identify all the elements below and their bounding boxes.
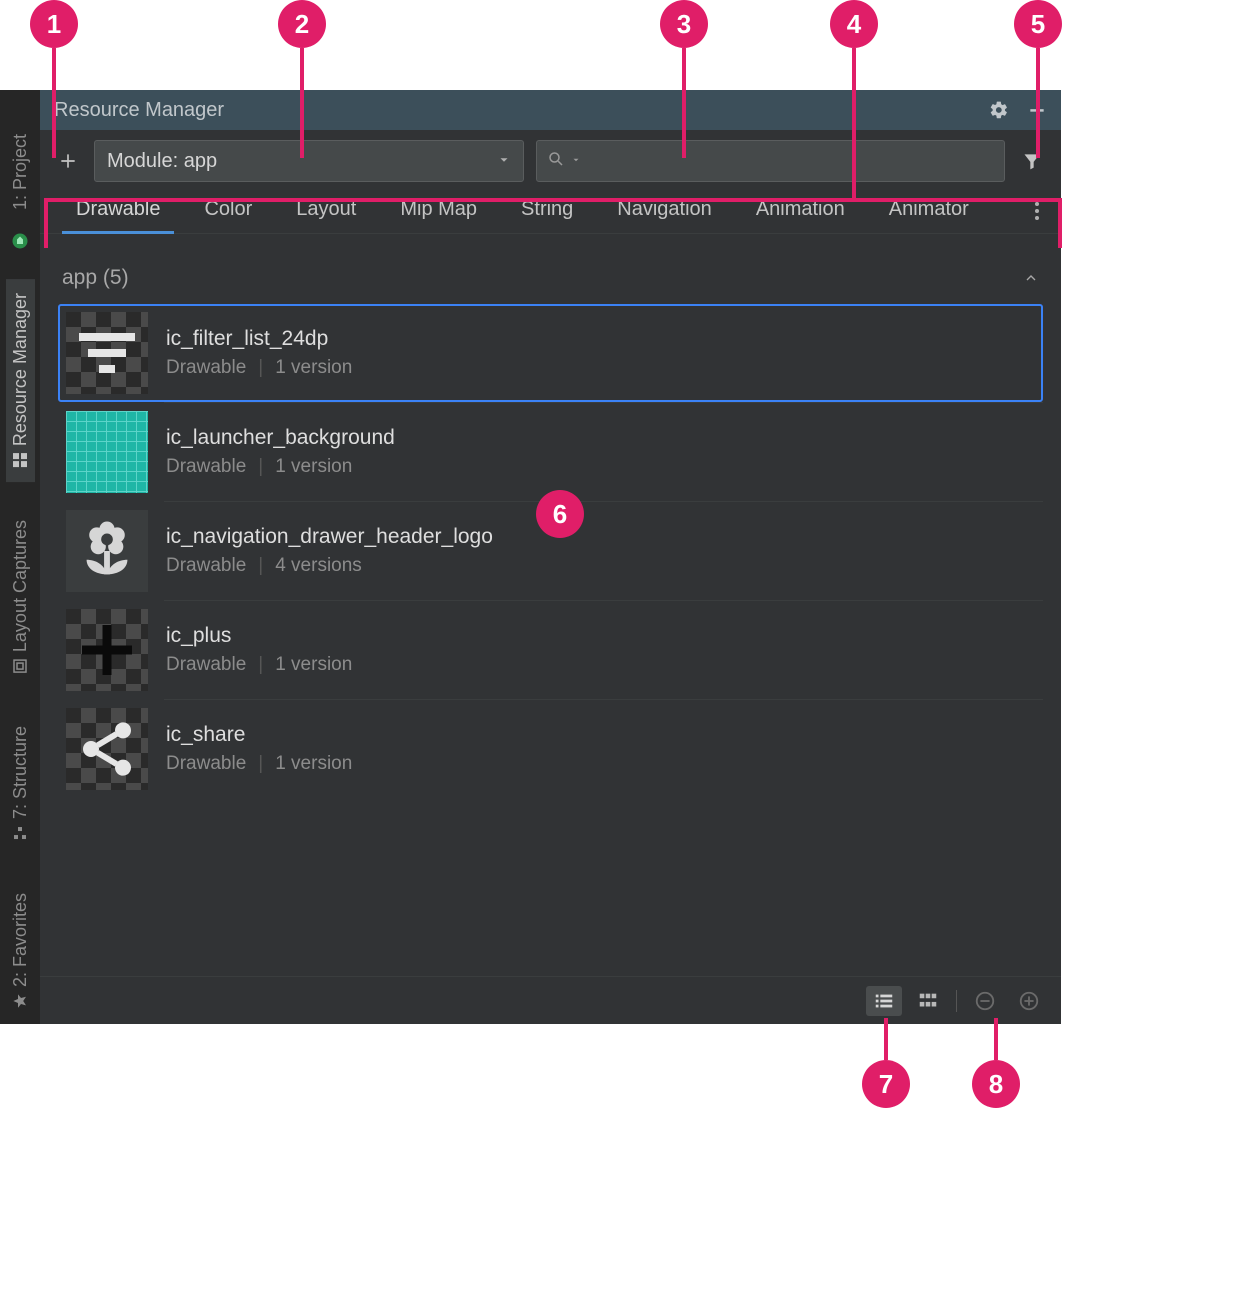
callout-4: 4 bbox=[830, 0, 878, 48]
resource-thumbnail bbox=[66, 609, 148, 691]
structure-icon bbox=[12, 825, 28, 841]
resource-meta: Drawable|1 version bbox=[166, 654, 352, 676]
resource-item[interactable]: ic_filter_list_24dp Drawable|1 version bbox=[58, 304, 1043, 402]
resource-manager-icon bbox=[12, 452, 28, 468]
resource-manager-panel: 1: Project Resource Manager Layout Captu… bbox=[0, 90, 1061, 1024]
resource-item[interactable]: ic_plus Drawable|1 version bbox=[58, 601, 1043, 699]
chevron-down-icon bbox=[497, 150, 511, 173]
share-icon bbox=[75, 717, 139, 781]
footer-toolbar bbox=[40, 976, 1061, 1024]
group-count: (5) bbox=[103, 266, 129, 289]
resource-thumbnail bbox=[66, 312, 148, 394]
tab-drawable[interactable]: Drawable bbox=[54, 188, 182, 233]
tab-color[interactable]: Color bbox=[182, 188, 274, 233]
panel-title: Resource Manager bbox=[54, 99, 224, 122]
layout-captures-icon bbox=[12, 658, 28, 674]
grid-icon bbox=[917, 990, 939, 1012]
minus-circle-icon bbox=[974, 990, 996, 1012]
panel-main: Resource Manager Module: app bbox=[40, 90, 1061, 1024]
sidebar-tab-resource-manager[interactable]: Resource Manager bbox=[6, 279, 35, 482]
sidebar-tab-label: 1: Project bbox=[10, 134, 31, 210]
callout-7: 7 bbox=[862, 1060, 910, 1108]
grid-view-button[interactable] bbox=[910, 986, 946, 1016]
search-icon bbox=[547, 150, 565, 173]
callout-2: 2 bbox=[278, 0, 326, 48]
resource-thumbnail bbox=[66, 708, 148, 790]
sidebar-tab-structure[interactable]: 7: Structure bbox=[6, 712, 35, 855]
callout-line bbox=[682, 48, 686, 158]
resource-name: ic_share bbox=[166, 723, 352, 747]
zoom-in-button[interactable] bbox=[1011, 986, 1047, 1016]
callout-line bbox=[1036, 48, 1040, 158]
callout-line bbox=[52, 48, 56, 158]
flower-icon bbox=[72, 516, 142, 586]
sidebar-tab-label: 7: Structure bbox=[10, 726, 31, 819]
callout-line bbox=[46, 198, 1060, 202]
resource-meta: Drawable|1 version bbox=[166, 753, 352, 775]
resource-item[interactable]: ic_launcher_background Drawable|1 versio… bbox=[58, 403, 1043, 501]
callout-line bbox=[852, 48, 856, 198]
toolbar: Module: app bbox=[40, 130, 1061, 188]
group-name: app bbox=[62, 266, 97, 289]
tab-mipmap[interactable]: Mip Map bbox=[378, 188, 499, 233]
callout-line bbox=[994, 1018, 998, 1060]
tab-navigation[interactable]: Navigation bbox=[595, 188, 734, 233]
sidebar-tab-project[interactable]: 1: Project bbox=[6, 120, 35, 224]
resource-thumbnail bbox=[66, 510, 148, 592]
sidebar-tab-label: Resource Manager bbox=[10, 293, 31, 446]
group-header[interactable]: app (5) bbox=[58, 248, 1043, 304]
resource-name: ic_navigation_drawer_header_logo bbox=[166, 525, 493, 549]
panel-titlebar: Resource Manager bbox=[40, 90, 1061, 130]
callout-1: 1 bbox=[30, 0, 78, 48]
tab-animation[interactable]: Animation bbox=[734, 188, 867, 233]
callout-5: 5 bbox=[1014, 0, 1062, 48]
plus-icon bbox=[82, 625, 132, 675]
search-input-container[interactable] bbox=[536, 140, 1005, 182]
resource-name: ic_plus bbox=[166, 624, 352, 648]
filter-button[interactable] bbox=[1017, 151, 1047, 171]
sidebar-tab-label: Layout Captures bbox=[10, 520, 31, 652]
resource-name: ic_filter_list_24dp bbox=[166, 327, 352, 351]
zoom-out-button[interactable] bbox=[967, 986, 1003, 1016]
add-button[interactable] bbox=[54, 147, 82, 175]
resource-list: ic_filter_list_24dp Drawable|1 version i… bbox=[58, 304, 1043, 798]
tab-layout[interactable]: Layout bbox=[274, 188, 378, 233]
search-input[interactable] bbox=[587, 150, 994, 173]
module-dropdown[interactable]: Module: app bbox=[94, 140, 524, 182]
resource-thumbnail bbox=[66, 411, 148, 493]
gear-icon[interactable] bbox=[989, 100, 1009, 120]
resource-name: ic_launcher_background bbox=[166, 426, 395, 450]
callout-3: 3 bbox=[660, 0, 708, 48]
resource-item[interactable]: ic_share Drawable|1 version bbox=[58, 700, 1043, 798]
tab-string[interactable]: String bbox=[499, 188, 595, 233]
module-dropdown-label: Module: app bbox=[107, 150, 217, 173]
tab-animator[interactable]: Animator bbox=[867, 188, 991, 233]
resource-list-container: app (5) ic_filter_list_24dp Drawable|1 v… bbox=[40, 234, 1061, 976]
callout-line bbox=[884, 1018, 888, 1060]
sidebar-tab-label: 2: Favorites bbox=[10, 893, 31, 987]
star-icon bbox=[12, 993, 28, 1009]
sidebar-tab-layout-captures[interactable]: Layout Captures bbox=[6, 506, 35, 688]
callout-8: 8 bbox=[972, 1060, 1020, 1108]
separator bbox=[956, 990, 957, 1012]
sidebar-tab-favorites[interactable]: 2: Favorites bbox=[6, 879, 35, 1023]
plus-circle-icon bbox=[1018, 990, 1040, 1012]
filter-list-icon bbox=[79, 333, 135, 373]
chevron-up-icon bbox=[1023, 270, 1039, 286]
android-icon bbox=[11, 232, 29, 255]
list-view-button[interactable] bbox=[866, 986, 902, 1016]
callout-6: 6 bbox=[536, 490, 584, 538]
resource-meta: Drawable|4 versions bbox=[166, 555, 493, 577]
list-icon bbox=[873, 990, 895, 1012]
tool-window-sidebar: 1: Project Resource Manager Layout Captu… bbox=[0, 90, 40, 1024]
resource-meta: Drawable|1 version bbox=[166, 456, 395, 478]
resource-type-tabs: Drawable Color Layout Mip Map String Nav… bbox=[40, 188, 1061, 234]
callout-line bbox=[300, 48, 304, 158]
resource-meta: Drawable|1 version bbox=[166, 357, 352, 379]
callout-line bbox=[1058, 198, 1062, 248]
grid-pattern-icon bbox=[66, 411, 148, 493]
callout-line bbox=[44, 198, 48, 248]
chevron-down-icon bbox=[571, 152, 581, 170]
